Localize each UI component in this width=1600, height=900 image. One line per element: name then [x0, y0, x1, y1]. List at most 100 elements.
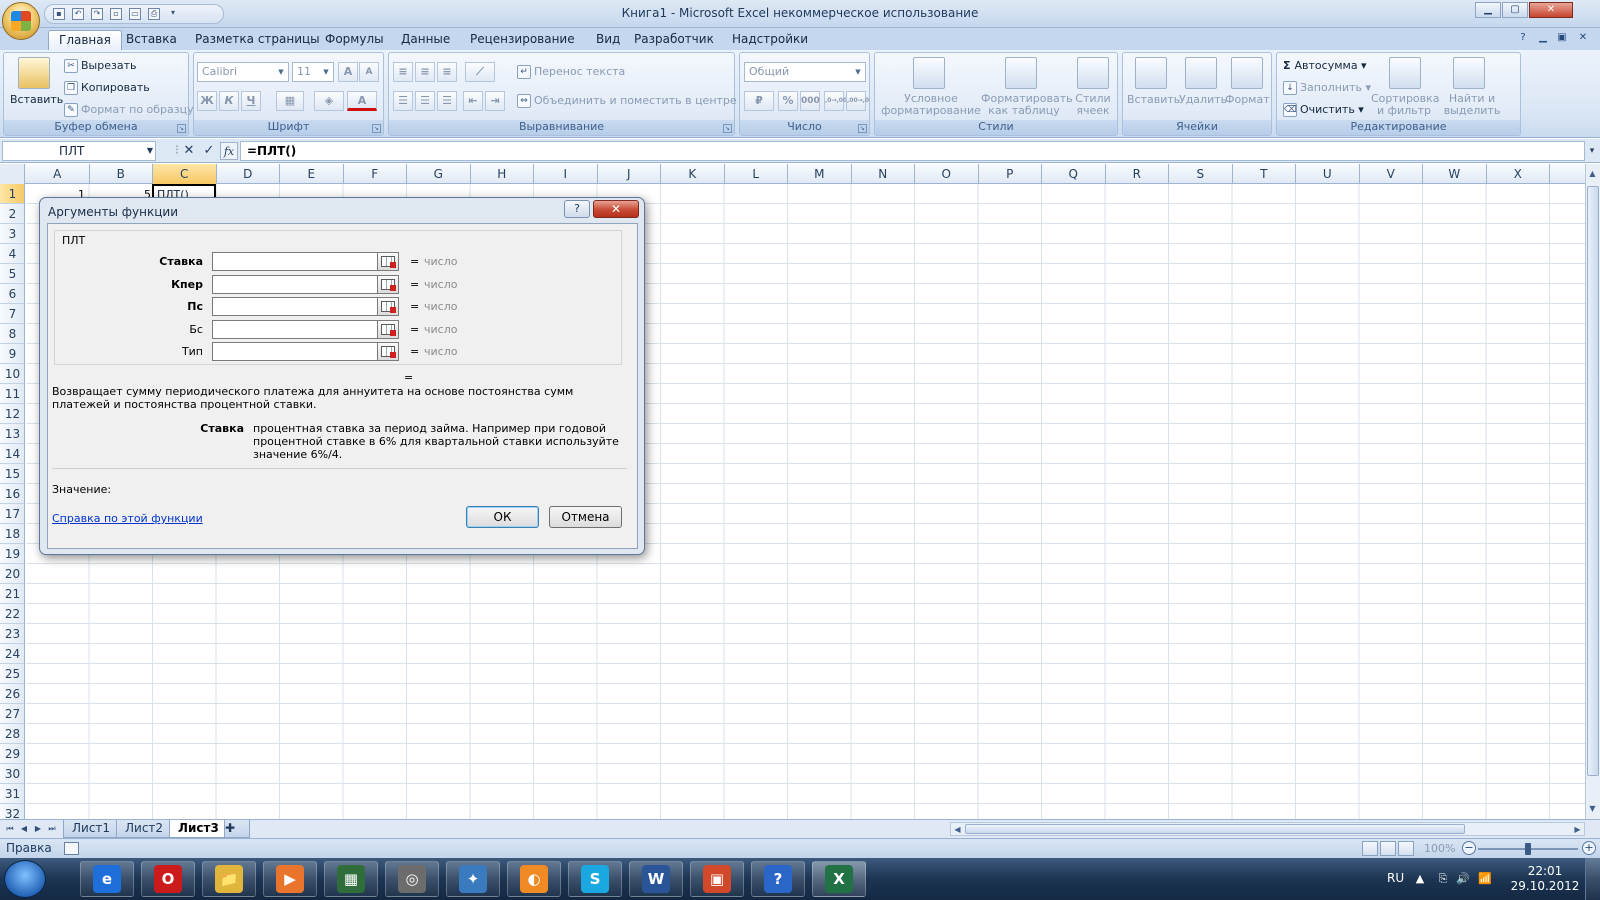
row-header-5[interactable]: 5: [0, 264, 24, 284]
tab-home[interactable]: Главная: [48, 30, 122, 50]
cell-styles-button[interactable]: Стили ячеек: [1071, 93, 1115, 117]
row-header-14[interactable]: 14: [0, 444, 24, 464]
zoom-in-button[interactable]: +: [1582, 841, 1596, 855]
find-select-button[interactable]: Найти и выделить: [1439, 93, 1505, 117]
fill-color-icon[interactable]: ◈: [314, 91, 344, 111]
select-all-corner[interactable]: [0, 164, 25, 184]
align-middle-icon[interactable]: ≡: [415, 62, 435, 82]
maximize-button[interactable]: ▢: [1502, 2, 1528, 18]
network-icon[interactable]: 📶: [1478, 872, 1492, 886]
argument-input[interactable]: [212, 342, 378, 361]
column-header-K[interactable]: K: [661, 164, 725, 184]
font-launcher-icon[interactable]: ↘: [372, 124, 381, 133]
device-icon[interactable]: ⎘: [1436, 872, 1450, 886]
scroll-up-icon[interactable]: ▲: [1586, 167, 1599, 180]
row-header-6[interactable]: 6: [0, 284, 24, 304]
format-as-table-button[interactable]: Форматировать как таблицу: [981, 93, 1073, 117]
doc-minimize-button[interactable]: ▁: [1536, 31, 1550, 45]
insert-sheet-icon[interactable]: ✚: [224, 820, 250, 838]
wrap-text-button[interactable]: ↵ Перенос текста: [517, 65, 625, 79]
taskbar-app-word[interactable]: W: [629, 861, 683, 897]
align-center-icon[interactable]: ☰: [415, 91, 435, 111]
first-sheet-icon[interactable]: ⏮: [4, 822, 16, 836]
sort-filter-button[interactable]: Сортировка и фильтр: [1371, 93, 1440, 117]
volume-icon[interactable]: 🔊: [1456, 872, 1470, 886]
row-header-29[interactable]: 29: [0, 744, 24, 764]
taskbar-app-explorer[interactable]: 📁: [202, 861, 256, 897]
argument-input[interactable]: [212, 274, 378, 294]
sheet-tab-1[interactable]: Лист1: [63, 820, 120, 838]
doc-close-button[interactable]: ✕: [1576, 31, 1590, 45]
taskbar-app-ie[interactable]: e: [80, 861, 134, 897]
page-layout-view-icon[interactable]: [1380, 841, 1396, 856]
conditional-format-button[interactable]: Условное форматирование: [879, 93, 983, 117]
tray-expand-icon[interactable]: ▲: [1413, 872, 1427, 886]
row-header-28[interactable]: 28: [0, 724, 24, 744]
align-right-icon[interactable]: ☰: [437, 91, 457, 111]
scroll-left-icon[interactable]: ◀: [951, 823, 964, 836]
column-header-B[interactable]: B: [90, 164, 153, 184]
vertical-scrollbar[interactable]: ▲ ▼: [1585, 164, 1600, 819]
row-header-25[interactable]: 25: [0, 664, 24, 684]
row-header-13[interactable]: 13: [0, 424, 24, 444]
increase-indent-icon[interactable]: ⇥: [485, 91, 505, 111]
merge-center-button[interactable]: ⇔Объединить и поместить в центре ▾: [517, 94, 746, 108]
row-header-1[interactable]: 1: [0, 184, 24, 204]
function-help-link[interactable]: Справка по этой функции: [52, 512, 203, 525]
format-painter-button[interactable]: ✎ Формат по образцу: [64, 103, 194, 117]
sheet-tab-3[interactable]: Лист3: [169, 820, 228, 838]
column-header-H[interactable]: H: [471, 164, 534, 184]
paste-button[interactable]: Вставить: [10, 93, 63, 106]
help-icon[interactable]: ?: [1516, 31, 1530, 45]
row-header-18[interactable]: 18: [0, 524, 24, 544]
name-box[interactable]: ПЛТ ▼: [2, 141, 156, 161]
paste-icon[interactable]: [18, 57, 50, 89]
taskbar-app-skype[interactable]: S: [568, 861, 622, 897]
next-sheet-icon[interactable]: ▶: [32, 822, 44, 836]
row-header-26[interactable]: 26: [0, 684, 24, 704]
taskbar-app-task-manager[interactable]: ▦: [324, 861, 378, 897]
row-header-22[interactable]: 22: [0, 604, 24, 624]
grow-font-button[interactable]: A: [338, 62, 358, 82]
column-header-L[interactable]: L: [725, 164, 788, 184]
tab-review[interactable]: Рецензирование: [460, 30, 585, 50]
align-bottom-icon[interactable]: ≡: [437, 62, 457, 82]
zoom-slider-knob[interactable]: [1525, 843, 1531, 855]
number-launcher-icon[interactable]: ↘: [858, 124, 867, 133]
delete-cells-button[interactable]: Удалить: [1179, 93, 1227, 106]
doc-restore-button[interactable]: ▣: [1555, 31, 1569, 45]
office-button[interactable]: [2, 2, 40, 40]
start-button[interactable]: [4, 860, 46, 898]
horizontal-scroll-thumb[interactable]: [965, 824, 1465, 834]
taskbar-app-excel[interactable]: X: [812, 861, 866, 897]
row-header-32[interactable]: 32: [0, 804, 24, 819]
row-header-15[interactable]: 15: [0, 464, 24, 484]
clipboard-launcher-icon[interactable]: ↘: [177, 124, 186, 133]
column-header-M[interactable]: M: [788, 164, 852, 184]
column-header-G[interactable]: G: [407, 164, 471, 184]
currency-icon[interactable]: ₽: [744, 91, 774, 111]
cut-button[interactable]: ✂ Вырезать: [64, 59, 136, 73]
row-header-19[interactable]: 19: [0, 544, 24, 564]
row-header-27[interactable]: 27: [0, 704, 24, 724]
tab-formulas[interactable]: Формулы: [315, 30, 394, 50]
column-header-O[interactable]: O: [915, 164, 979, 184]
row-header-21[interactable]: 21: [0, 584, 24, 604]
align-top-icon[interactable]: ≡: [393, 62, 413, 82]
decrease-decimal-button[interactable]: ,00→,0: [846, 91, 869, 111]
column-header-I[interactable]: I: [534, 164, 598, 184]
row-header-4[interactable]: 4: [0, 244, 24, 264]
tab-data[interactable]: Данные: [391, 30, 460, 50]
bold-button[interactable]: Ж: [197, 91, 217, 111]
font-size-combo[interactable]: 11 ▼: [292, 62, 334, 82]
fill-button[interactable]: ↓ Заполнить ▾: [1283, 81, 1371, 95]
argument-input[interactable]: [212, 297, 378, 316]
column-header-X[interactable]: X: [1487, 164, 1550, 184]
percent-button[interactable]: %: [778, 91, 798, 111]
collapse-dialog-icon[interactable]: [377, 319, 399, 339]
minimize-button[interactable]: ▁: [1475, 2, 1501, 18]
sheet-tab-2[interactable]: Лист2: [116, 820, 173, 838]
row-header-11[interactable]: 11: [0, 384, 24, 404]
row-header-16[interactable]: 16: [0, 484, 24, 504]
column-header-C[interactable]: C: [153, 164, 217, 184]
